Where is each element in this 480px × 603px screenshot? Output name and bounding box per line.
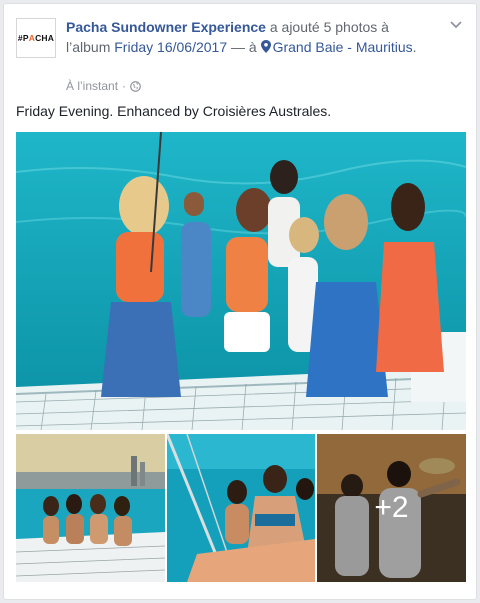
more-photos-overlay[interactable]: +2 (317, 434, 466, 582)
avatar-text-suffix: CHA (35, 33, 55, 43)
album-link[interactable]: Friday 16/06/2017 (114, 39, 227, 55)
page-avatar[interactable]: #P A CHA (16, 18, 56, 58)
photo-thumbnail-more[interactable]: +2 (317, 434, 466, 582)
post-headline: Pacha Sundowner Experience a ajouté 5 ph… (66, 17, 426, 57)
map-pin-icon (260, 40, 271, 53)
chevron-down-icon[interactable] (448, 17, 464, 33)
post-caption: Friday Evening. Enhanced by Croisières A… (16, 103, 332, 119)
page-name-link[interactable]: Pacha Sundowner Experience (66, 19, 266, 35)
photo-thumbnail-2[interactable] (167, 434, 315, 582)
post-header: #P A CHA Pacha Sundowner Experience a ajou… (16, 15, 464, 95)
globe-icon[interactable] (130, 80, 141, 92)
location-suffix: . (412, 39, 417, 55)
avatar-text-prefix: #P (17, 33, 29, 43)
post-meta: À l’instant · (66, 79, 141, 93)
photo-thumbnail-1[interactable] (16, 434, 165, 582)
location-prefix: — à (227, 39, 261, 55)
location-name: Grand Baie - Mauritius (272, 39, 413, 55)
timestamp[interactable]: À l’instant (66, 79, 118, 93)
post-card: #P A CHA Pacha Sundowner Experience a ajou… (3, 3, 477, 600)
main-photo[interactable] (16, 132, 466, 430)
meta-separator: · (122, 79, 127, 93)
location-link[interactable]: Grand Baie - Mauritius (260, 39, 413, 55)
